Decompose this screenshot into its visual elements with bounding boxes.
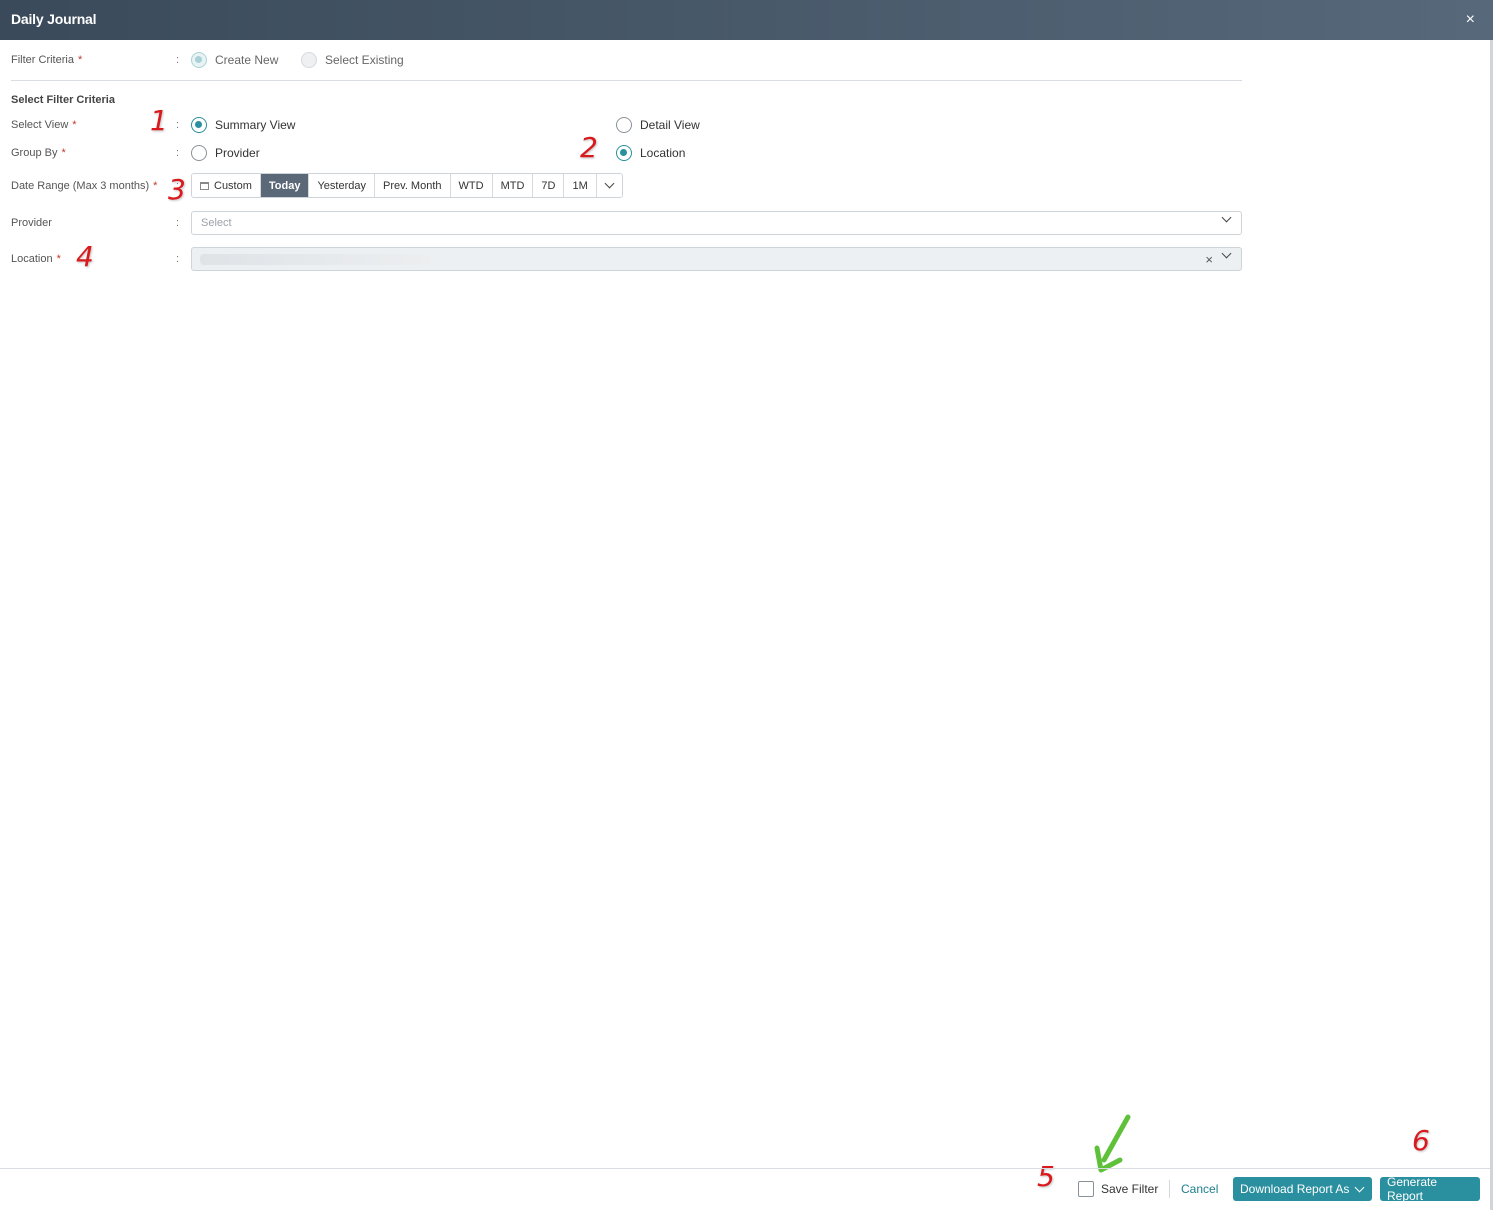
close-icon[interactable]: × (1466, 11, 1475, 29)
location-label: Location * (11, 253, 61, 265)
annotation-6: 6 (1412, 1124, 1430, 1157)
select-view-colon: : (176, 119, 180, 131)
date-seg-wtd[interactable]: WTD (450, 174, 493, 197)
radio-select-existing-circle (301, 52, 317, 68)
radio-group-location[interactable]: Location (616, 145, 685, 161)
chevron-down-icon (1354, 1182, 1365, 1192)
group-by-label: Group By * (11, 147, 66, 159)
date-range-label: Date Range (Max 3 months) * (11, 180, 158, 192)
group-by-colon: : (176, 147, 180, 159)
radio-summary-view-circle (191, 117, 207, 133)
chevron-down-icon (604, 178, 615, 189)
radio-group-location-circle (616, 145, 632, 161)
chevron-down-icon (1221, 248, 1232, 259)
download-report-button[interactable]: Download Report As (1233, 1177, 1372, 1201)
generate-report-button[interactable]: Generate Report (1380, 1175, 1480, 1203)
green-arrow-icon (1094, 1114, 1131, 1173)
annotation-3: 3 (168, 173, 186, 206)
date-seg-prev-month[interactable]: Prev. Month (375, 174, 451, 197)
provider-colon: : (176, 217, 180, 229)
divider (11, 80, 1242, 81)
radio-summary-view[interactable]: Summary View (191, 117, 295, 133)
radio-detail-view-circle (616, 117, 632, 133)
save-filter-checkbox[interactable] (1078, 1181, 1094, 1197)
provider-label: Provider (11, 217, 52, 229)
calendar-icon (200, 181, 209, 190)
radio-group-location-label: Location (640, 146, 686, 160)
annotation-4: 4 (76, 240, 94, 273)
filter-criteria-colon: : (176, 54, 180, 66)
window-title: Daily Journal (11, 11, 97, 27)
save-filter-label: Save Filter (1101, 1182, 1159, 1196)
date-seg-mtd[interactable]: MTD (492, 174, 534, 197)
radio-create-new[interactable]: Create New (191, 52, 278, 68)
annotation-5: 5 (1037, 1160, 1055, 1193)
provider-select[interactable]: Select (191, 211, 1242, 235)
filter-criteria-label: Filter Criteria * (11, 54, 83, 66)
clear-icon[interactable]: × (1205, 252, 1213, 267)
radio-create-new-label: Create New (215, 53, 279, 67)
date-seg-today[interactable]: Today (260, 174, 310, 197)
radio-group-provider[interactable]: Provider (191, 145, 260, 161)
chevron-down-icon (1221, 212, 1232, 223)
radio-detail-view-label: Detail View (640, 118, 700, 132)
radio-select-existing-label: Select Existing (325, 53, 404, 67)
footer-divider (0, 1168, 1490, 1169)
select-view-label: Select View * (11, 119, 77, 131)
footer-separator (1169, 1180, 1170, 1198)
date-seg-1m[interactable]: 1M (564, 174, 597, 197)
location-select[interactable]: × (191, 247, 1242, 271)
location-colon: : (176, 253, 180, 265)
date-seg-custom[interactable]: Custom (192, 174, 261, 197)
date-range-selector: Custom Today Yesterday Prev. Month WTD M… (191, 173, 623, 198)
cancel-link[interactable]: Cancel (1181, 1182, 1218, 1196)
radio-summary-view-label: Summary View (215, 118, 296, 132)
date-seg-yesterday[interactable]: Yesterday (309, 174, 376, 197)
date-seg-7d[interactable]: 7D (533, 174, 565, 197)
location-selected-value (200, 254, 430, 265)
title-bar: Daily Journal × (0, 0, 1493, 40)
date-more-dropdown[interactable] (596, 174, 622, 197)
radio-detail-view[interactable]: Detail View (616, 117, 700, 133)
radio-create-new-circle (191, 52, 207, 68)
radio-group-provider-circle (191, 145, 207, 161)
provider-placeholder: Select (201, 217, 232, 229)
radio-select-existing[interactable]: Select Existing (301, 52, 404, 68)
section-title: Select Filter Criteria (11, 94, 115, 106)
generate-report-label: Generate Report (1387, 1175, 1438, 1203)
download-report-label: Download Report As (1240, 1182, 1350, 1196)
radio-group-provider-label: Provider (215, 146, 260, 160)
annotation-1: 1 (150, 104, 168, 137)
annotation-2: 2 (580, 131, 598, 164)
